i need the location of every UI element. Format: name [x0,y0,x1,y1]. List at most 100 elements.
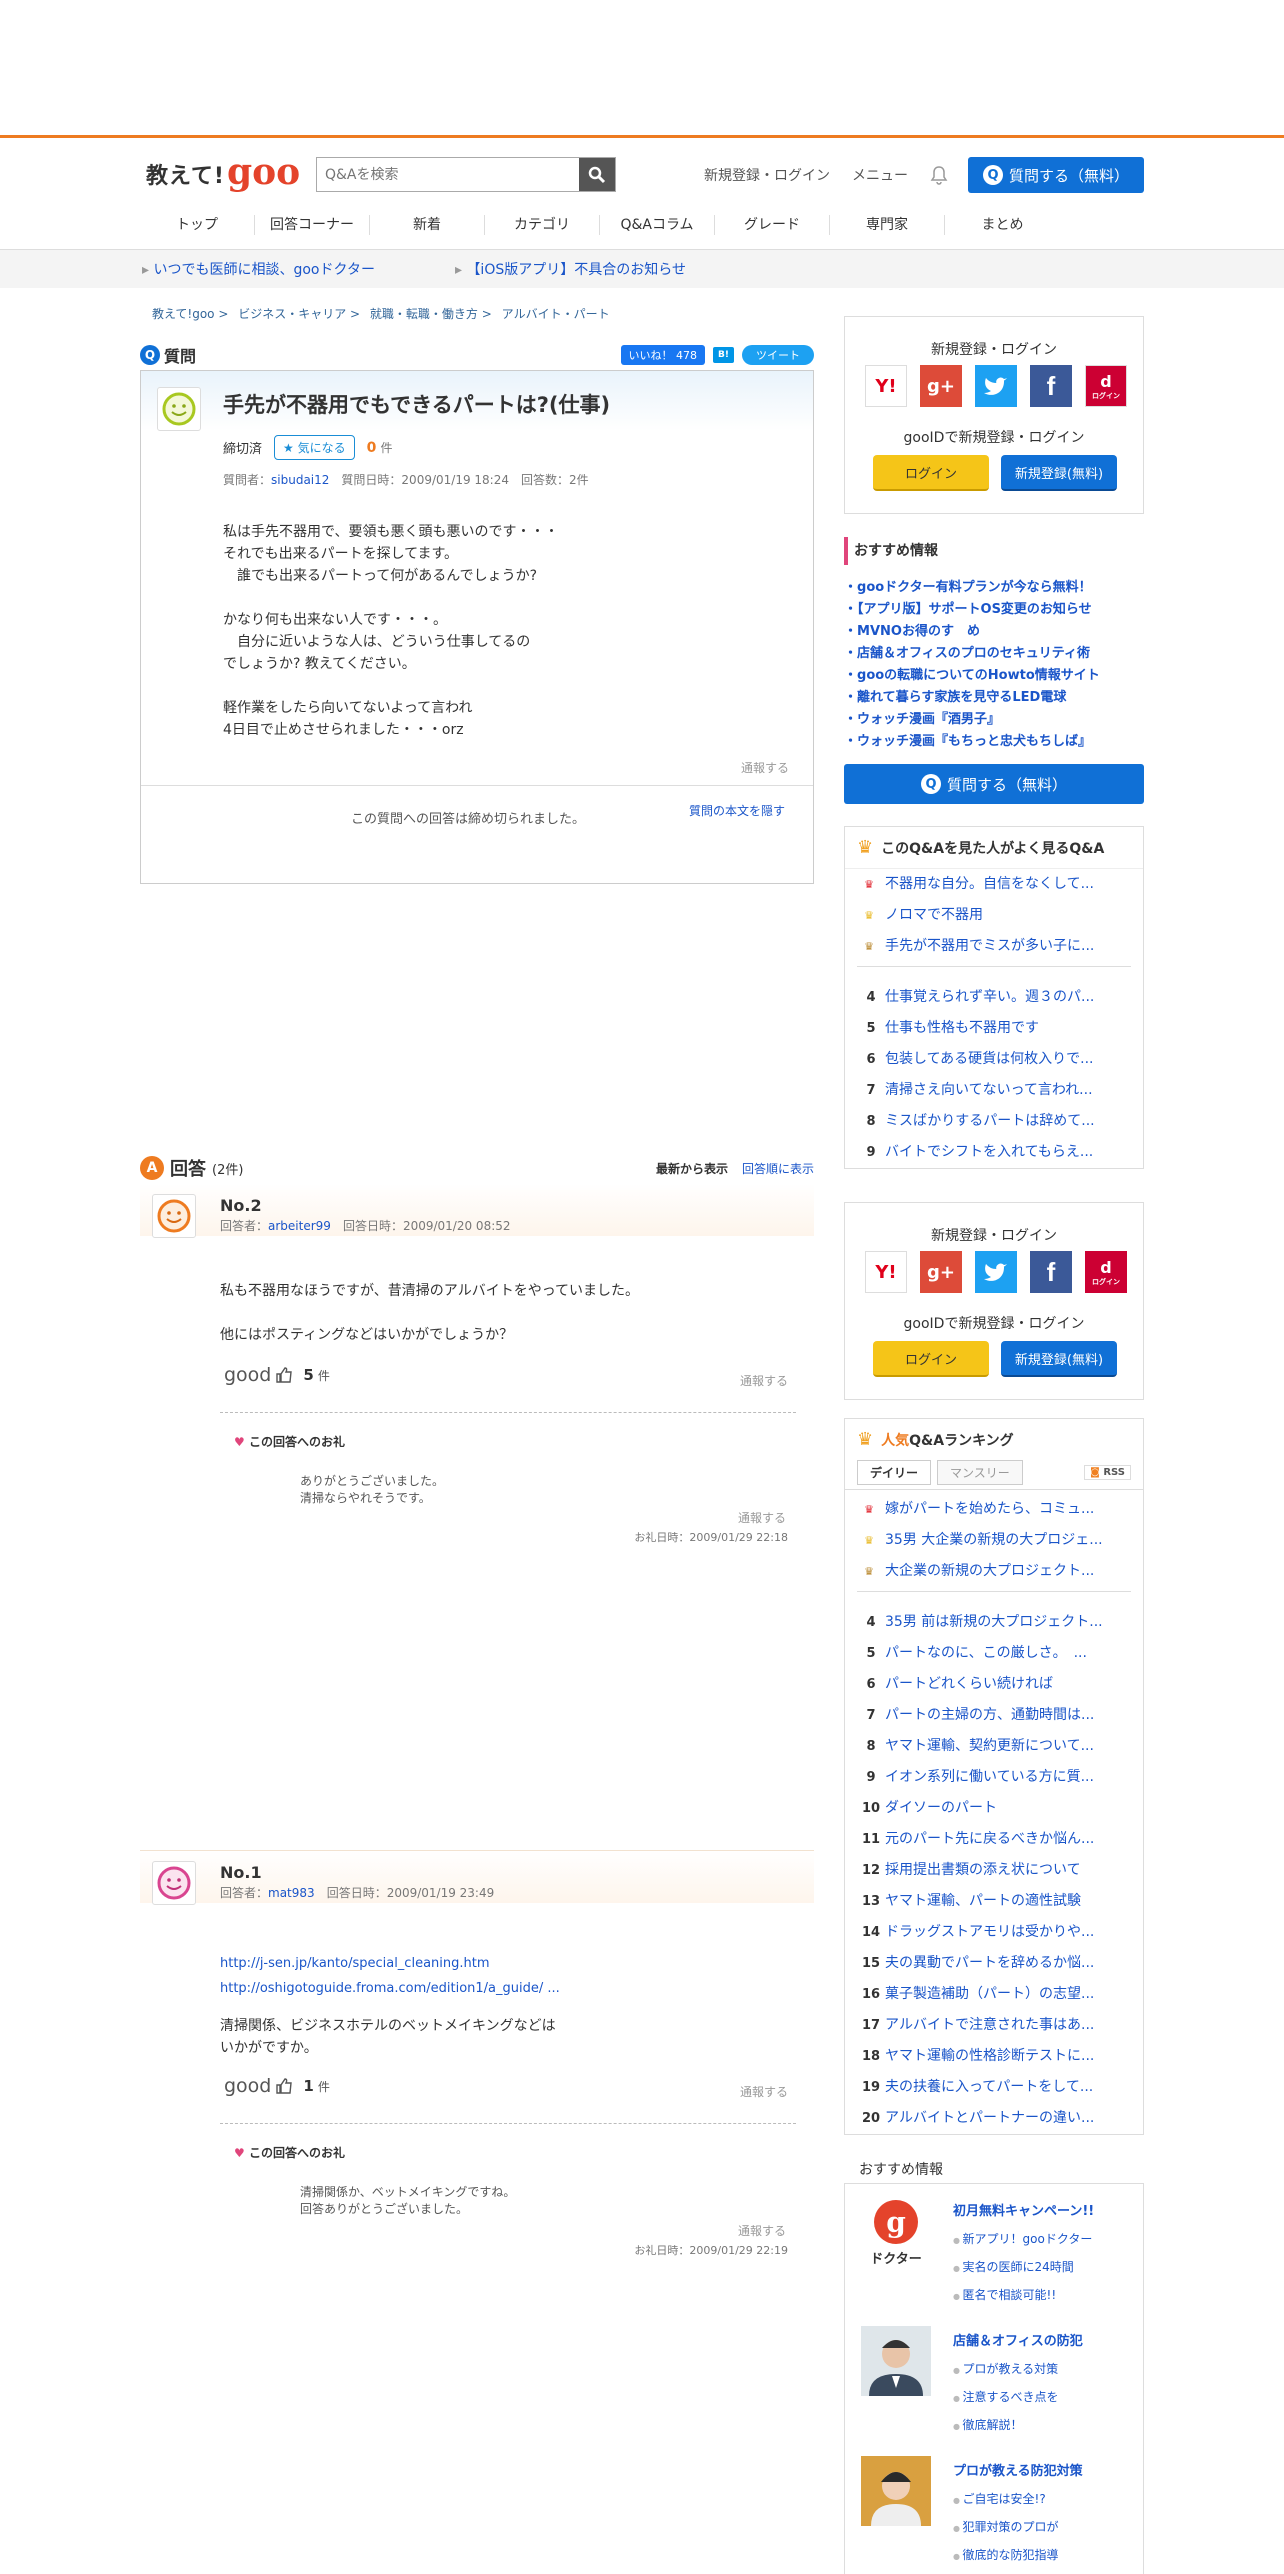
google-login-icon[interactable]: g+ [920,1251,962,1293]
ranking-item[interactable]: 8 ヤマト運輸、契約更新について... [857,1731,1131,1762]
nav-answer-corner[interactable]: 回答コーナー [255,214,370,235]
tab-daily[interactable]: デイリー [857,1460,932,1485]
related-qa-item[interactable]: 4 仕事覚えられず辛い。週３のパ... [857,982,1131,1013]
google-login-icon[interactable]: g+ [920,365,962,407]
breadcrumb-item[interactable]: ビジネス・キャリア > [238,307,360,321]
search-input[interactable] [317,158,579,191]
hatena-bookmark-button[interactable]: B! [713,347,734,363]
nav-new[interactable]: 新着 [370,214,485,235]
recommend-link[interactable]: 離れて暮らす家族を見守るLED電球 [844,687,1144,709]
report-link[interactable]: 通報する [741,759,789,776]
report-link[interactable]: 通報する [738,2222,786,2239]
register-button[interactable]: 新規登録(無料) [1001,1341,1117,1377]
twitter-login-icon[interactable] [975,365,1017,407]
nav-category[interactable]: カテゴリ [485,214,600,235]
bell-icon[interactable] [930,165,948,185]
recommend-link[interactable]: MVNOお得のす め [844,621,1144,643]
report-link[interactable]: 通報する [740,1372,788,1389]
ranking-item[interactable]: 18 ヤマト運輸の性格診断テストに... [857,2041,1131,2072]
breadcrumb-item[interactable]: アルバイト・パート [502,307,610,321]
related-qa-item[interactable]: 9 バイトでシフトを入れてもらえ... [857,1137,1131,1168]
answerer-link[interactable]: arbeiter99 [268,1219,331,1233]
login-button[interactable]: ログイン [873,455,989,491]
promo-item[interactable]: プロが教える防犯対策 ご自宅は安全!? 犯罪対策のプロが 徹底的な防犯指導 [844,2444,1144,2574]
notice-link[interactable]: いつでも医師に相談、gooドクター [142,259,374,279]
tweet-button[interactable]: ツイート [742,345,814,365]
related-qa-item[interactable]: ♛ ノロマで不器用 [857,900,1131,931]
search-button[interactable] [579,158,615,191]
nav-matome[interactable]: まとめ [945,215,1060,235]
sort-by-order[interactable]: 回答順に表示 [742,1160,814,1177]
ask-question-button[interactable]: Q 質問する（無料） [968,157,1144,193]
recommend-link[interactable]: gooドクター有料プランが今なら無料！ [844,577,1144,599]
nav-column[interactable]: Q&Aコラム [600,214,715,235]
answerer-link[interactable]: mat983 [268,1886,315,1900]
ranking-item[interactable]: 19 夫の扶養に入ってパートをして... [857,2072,1131,2103]
ranking-item[interactable]: 11 元のパート先に戻るべきか悩ん... [857,1824,1131,1855]
yahoo-login-icon[interactable]: Y! [865,365,907,407]
reference-link[interactable]: http://oshigotoguide.froma.com/edition1/… [220,1976,560,2001]
register-button[interactable]: 新規登録(無料) [1001,455,1117,491]
login-button[interactable]: ログイン [873,1341,989,1377]
reference-link[interactable]: http://j-sen.jp/kanto/special_cleaning.h… [220,1951,560,1976]
related-qa-item[interactable]: ♛ 不器用な自分。自信をなくして... [857,869,1131,900]
breadcrumb-item[interactable]: 教えて!goo > [152,307,228,321]
ranking-item[interactable]: 14 ドラッグストアモリは受かりや... [857,1917,1131,1948]
tab-monthly[interactable]: マンスリー [937,1460,1023,1485]
notice-link[interactable]: 【iOS版アプリ】不具合のお知らせ [455,259,686,279]
recommend-link[interactable]: ウォッチ漫画『もちっと忠犬もちしば』 [844,731,1144,753]
facebook-login-icon[interactable]: f [1030,1251,1072,1293]
docomo-login-icon[interactable]: d ログイン [1085,365,1127,407]
related-qa-item[interactable]: 6 包装してある硬貨は何枚入りで... [857,1044,1131,1075]
ranking-item[interactable]: 20 アルバイトとパートナーの違い... [857,2103,1131,2134]
promo-item[interactable]: 店舗＆オフィスの防犯 プロが教える対策 注意するべき点を 徹底解説！ [844,2314,1144,2444]
related-qa-item[interactable]: ♛ 手先が不器用でミスが多い子に... [857,931,1131,962]
sort-newest[interactable]: 最新から表示 [656,1160,728,1177]
good-button[interactable]: good 1件 [224,2075,330,2097]
ranking-item[interactable]: 9 イオン系列に働いている方に質... [857,1762,1131,1793]
recommend-link[interactable]: 店舗＆オフィスのプロのセキュリティ術 [844,643,1144,665]
menu-link[interactable]: メニュー [852,165,908,185]
site-logo[interactable]: 教えて! goo [146,150,300,190]
questioner-link[interactable]: sibudai12 [271,473,329,487]
recommend-link[interactable]: gooの転職についてのHowto情報サイト [844,665,1144,687]
related-qa-item[interactable]: 7 清掃さえ向いてないって言われ... [857,1075,1131,1106]
yahoo-login-icon[interactable]: Y! [865,1251,907,1293]
nav-grade[interactable]: グレード [715,214,830,235]
thumbs-up-icon [276,1367,293,1383]
good-button[interactable]: good 5件 [224,1364,330,1386]
recommend-link[interactable]: 【アプリ版】サポートOS変更のお知らせ [844,599,1144,621]
ranking-item[interactable]: 16 菓子製造補助（パート）の志望... [857,1979,1131,2010]
ranking-item[interactable]: 7 パートの主婦の方、通勤時間は... [857,1700,1131,1731]
docomo-login-icon[interactable]: d ログイン [1085,1251,1127,1293]
ranking-item[interactable]: 17 アルバイトで注意された事はあ... [857,2010,1131,2041]
rss-button[interactable]: ◙ RSS [1084,1465,1131,1480]
silver-crown-icon: ♛ [864,1534,874,1547]
ranking-item[interactable]: ♛ 大企業の新規の大プロジェクト... [857,1556,1131,1587]
watch-button[interactable]: ★ 気になる [274,435,355,460]
ranking-item[interactable]: 12 採用提出書類の添え状について [857,1855,1131,1886]
ranking-item[interactable]: 6 パートどれくらい続ければ [857,1669,1131,1700]
hide-question-link[interactable]: 質問の本文を隠す [689,802,785,819]
facebook-login-icon[interactable]: f [1030,365,1072,407]
report-link[interactable]: 通報する [740,2083,788,2100]
breadcrumb-item[interactable]: 就職・転職・働き方 > [370,307,492,321]
related-qa-item[interactable]: 5 仕事も性格も不器用です [857,1013,1131,1044]
ranking-item[interactable]: 15 夫の異動でパートを辞めるか悩... [857,1948,1131,1979]
ranking-item[interactable]: 13 ヤマト運輸、パートの適性試験 [857,1886,1131,1917]
related-qa-item[interactable]: 8 ミスばかりするパートは辞めて... [857,1106,1131,1137]
report-link[interactable]: 通報する [738,1509,786,1526]
recommend-link[interactable]: ウォッチ漫画『酒男子』 [844,709,1144,731]
ranking-item[interactable]: ♛ 35男 大企業の新規の大プロジェ... [857,1525,1131,1556]
ranking-item[interactable]: 5 パートなのに、この厳しさ。 ... [857,1638,1131,1669]
nav-top[interactable]: トップ [140,214,255,235]
nav-experts[interactable]: 専門家 [830,214,945,235]
ranking-item[interactable]: 10 ダイソーのパート [857,1793,1131,1824]
login-link[interactable]: 新規登録・ログイン [704,165,830,185]
twitter-login-icon[interactable] [975,1251,1017,1293]
promo-item[interactable]: g ドクター 初月無料キャンペーン!! 新アプリ！gooドクター 実名の医師に2… [844,2184,1144,2314]
like-button[interactable]: いいね！ 478 [620,345,706,365]
ranking-item[interactable]: 4 35男 前は新規の大プロジェクト... [857,1607,1131,1638]
ranking-item[interactable]: ♛ 嫁がパートを始めたら、コミュ... [857,1494,1131,1525]
ask-question-button-sidebar[interactable]: Q 質問する（無料） [844,764,1144,804]
